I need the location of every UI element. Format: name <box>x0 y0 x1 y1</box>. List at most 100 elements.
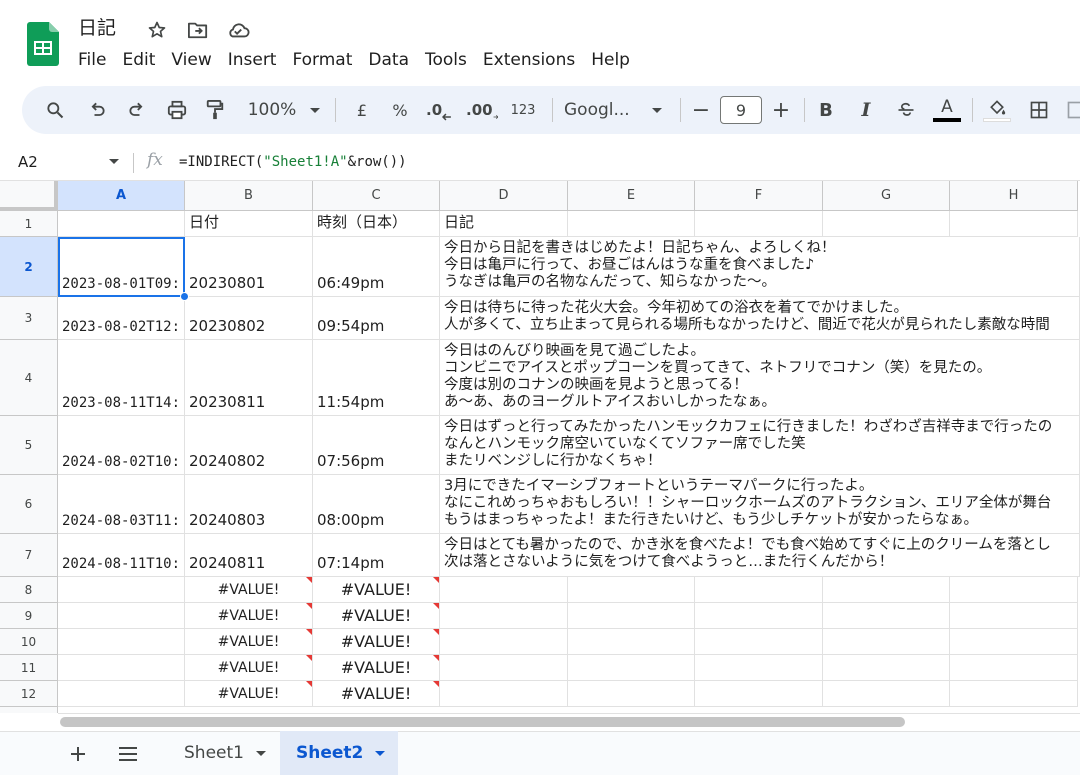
all-sheets-menu-icon[interactable] <box>116 742 140 766</box>
strikethrough-icon[interactable] <box>894 96 918 124</box>
cell-g1[interactable] <box>823 211 950 237</box>
cell-c4[interactable]: 11:54pm <box>313 340 440 416</box>
cell-b1[interactable]: 日付 <box>185 211 313 237</box>
cell-f1[interactable] <box>695 211 823 237</box>
row-header-10[interactable]: 10 <box>0 629 58 655</box>
cell-d5[interactable]: 今日はずっと行ってみたかったハンモックカフェに行きました！わざわざ吉祥寺まで行っ… <box>440 416 1080 475</box>
document-title[interactable]: 日記 <box>78 13 116 40</box>
name-box-dropdown-icon[interactable] <box>109 153 119 164</box>
cell-g11[interactable] <box>823 655 950 681</box>
cell-a7[interactable]: 2024-08-11T10: <box>58 534 185 577</box>
borders-icon[interactable] <box>1026 96 1052 124</box>
move-to-folder-icon[interactable] <box>186 18 210 42</box>
cell-f11[interactable] <box>695 655 823 681</box>
cell-g9[interactable] <box>823 603 950 629</box>
cell-c6[interactable]: 08:00pm <box>313 475 440 534</box>
cell-b3[interactable]: 20230802 <box>185 297 313 340</box>
cell-c3[interactable]: 09:54pm <box>313 297 440 340</box>
row-header-6[interactable]: 6 <box>0 475 58 534</box>
cell-d3[interactable]: 今日は待ちに待った花火大会。今年初めての浴衣を着てでかけました。 人が多くて、立… <box>440 297 1080 340</box>
cell-c7[interactable]: 07:14pm <box>313 534 440 577</box>
decrease-font-size-button[interactable]: − <box>690 96 712 124</box>
undo-icon[interactable] <box>84 96 110 124</box>
cell-d9[interactable] <box>440 603 568 629</box>
zoom-select[interactable]: 100% <box>244 96 300 124</box>
cell-b4[interactable]: 20230811 <box>185 340 313 416</box>
cell-a6[interactable]: 2024-08-03T11: <box>58 475 185 534</box>
cell-c8[interactable]: #VALUE! <box>313 577 440 603</box>
cloud-saved-icon[interactable] <box>226 18 250 42</box>
cell-h11[interactable] <box>950 655 1078 681</box>
menu-extensions[interactable]: Extensions <box>475 48 583 74</box>
cell-d11[interactable] <box>440 655 568 681</box>
row-header-9[interactable]: 9 <box>0 603 58 629</box>
cell-b5[interactable]: 20240802 <box>185 416 313 475</box>
decrease-decimal-button[interactable]: .0 <box>426 96 452 124</box>
cell-b9[interactable]: #VALUE! <box>185 603 313 629</box>
cell-b7[interactable]: 20240811 <box>185 534 313 577</box>
column-header-a[interactable]: A <box>58 181 185 211</box>
menu-data[interactable]: Data <box>360 48 417 74</box>
column-header-f[interactable]: F <box>695 181 823 211</box>
cell-d4[interactable]: 今日はのんびり映画を見て過ごしたよ。 コンビニでアイスとポップコーンを買ってきて… <box>440 340 1080 416</box>
row-header-11[interactable]: 11 <box>0 655 58 681</box>
cell-c5[interactable]: 07:56pm <box>313 416 440 475</box>
cell-a12[interactable] <box>58 681 185 707</box>
formula-input[interactable]: =INDIRECT("Sheet1!A"&row()) <box>179 154 407 170</box>
cell-h1[interactable] <box>950 211 1078 237</box>
merge-cells-icon[interactable] <box>1066 96 1080 124</box>
cell-a3[interactable]: 2023-08-02T12: <box>58 297 185 340</box>
cell-b12[interactable]: #VALUE! <box>185 681 313 707</box>
cell-c11[interactable]: #VALUE! <box>313 655 440 681</box>
cell-a5[interactable]: 2024-08-02T10: <box>58 416 185 475</box>
add-sheet-icon[interactable] <box>66 742 90 766</box>
zoom-dropdown-icon[interactable] <box>308 96 322 124</box>
horizontal-scrollbar-thumb[interactable] <box>60 717 905 727</box>
name-box[interactable]: A2 <box>18 153 38 171</box>
row-header-8[interactable]: 8 <box>0 577 58 603</box>
menu-view[interactable]: View <box>163 48 219 74</box>
cell-a8[interactable] <box>58 577 185 603</box>
cell-c10[interactable]: #VALUE! <box>313 629 440 655</box>
cell-a9[interactable] <box>58 603 185 629</box>
cell-e9[interactable] <box>568 603 695 629</box>
cell-g10[interactable] <box>823 629 950 655</box>
search-menus-icon[interactable] <box>42 96 68 124</box>
row-header-2[interactable]: 2 <box>0 237 58 297</box>
row-header-4[interactable]: 4 <box>0 340 58 416</box>
cell-c2[interactable]: 06:49pm <box>313 237 440 297</box>
redo-icon[interactable] <box>124 96 150 124</box>
cell-b10[interactable]: #VALUE! <box>185 629 313 655</box>
cell-e12[interactable] <box>568 681 695 707</box>
bold-button[interactable]: B <box>814 96 838 124</box>
cell-d2[interactable]: 今日から日記を書きはじめたよ！日記ちゃん、よろしくね！ 今日は亀戸に行って、お昼… <box>440 237 1080 297</box>
menu-file[interactable]: File <box>70 48 114 74</box>
cell-a11[interactable] <box>58 655 185 681</box>
sheet-tab-sheet2[interactable]: Sheet2 <box>280 731 398 775</box>
sheets-logo-icon[interactable] <box>27 22 59 66</box>
star-icon[interactable] <box>145 18 169 42</box>
column-header-d[interactable]: D <box>440 181 568 211</box>
menu-edit[interactable]: Edit <box>114 48 163 74</box>
cell-c9[interactable]: #VALUE! <box>313 603 440 629</box>
menu-tools[interactable]: Tools <box>417 48 475 74</box>
cell-e10[interactable] <box>568 629 695 655</box>
menu-format[interactable]: Format <box>284 48 360 74</box>
cell-f8[interactable] <box>695 577 823 603</box>
sheet2-dropdown-icon[interactable] <box>375 750 386 756</box>
row-header-1[interactable]: 1 <box>0 211 58 237</box>
sheet-tab-sheet1[interactable]: Sheet1 <box>168 731 282 775</box>
cell-h8[interactable] <box>950 577 1078 603</box>
column-header-h[interactable]: H <box>950 181 1078 211</box>
cell-h10[interactable] <box>950 629 1078 655</box>
cell-c12[interactable]: #VALUE! <box>313 681 440 707</box>
row-header-5[interactable]: 5 <box>0 416 58 475</box>
cell-e11[interactable] <box>568 655 695 681</box>
cell-g8[interactable] <box>823 577 950 603</box>
format-percent-button[interactable]: % <box>390 96 410 124</box>
print-icon[interactable] <box>164 96 190 124</box>
format-currency-button[interactable]: £ <box>352 96 372 124</box>
row-header-12[interactable]: 12 <box>0 681 58 707</box>
row-header-7[interactable]: 7 <box>0 534 58 577</box>
cell-a4[interactable]: 2023-08-11T14: <box>58 340 185 416</box>
